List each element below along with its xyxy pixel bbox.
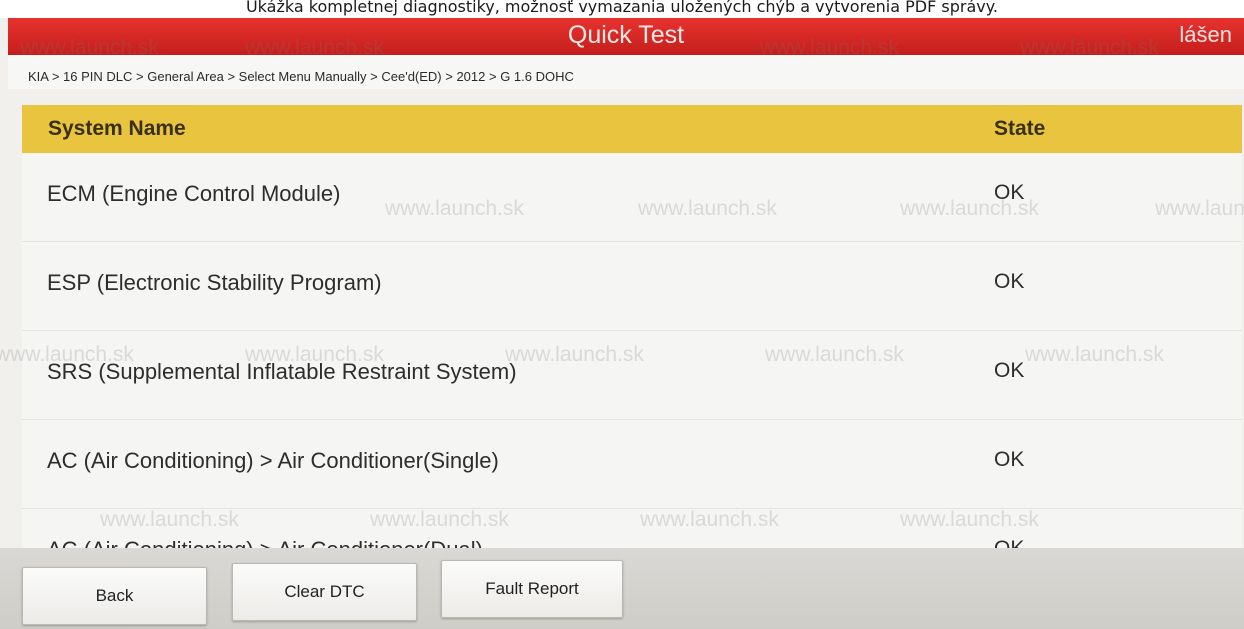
system-row-srs[interactable]: SRS (Supplemental Inflatable Restraint S… bbox=[22, 331, 1242, 420]
back-button[interactable]: Back bbox=[22, 567, 207, 625]
title-bar: Quick Test lášen bbox=[8, 18, 1244, 55]
fault-report-button[interactable]: Fault Report bbox=[441, 560, 623, 618]
page-title: Quick Test bbox=[567, 21, 685, 49]
system-row-ac-dual[interactable]: AC (Air Conditioning) > Air Conditioner(… bbox=[22, 509, 1242, 548]
system-state: OK bbox=[994, 537, 1024, 548]
title-right-text: lášen bbox=[1179, 22, 1232, 47]
system-name: ESP (Electronic Stability Program) bbox=[47, 270, 382, 295]
system-state: OK bbox=[994, 181, 1025, 204]
table-header: System Name State bbox=[22, 105, 1242, 153]
screenshot-frame: Ukážka kompletnej diagnostiky, možnosť v… bbox=[0, 0, 1244, 629]
clear-dtc-button[interactable]: Clear DTC bbox=[232, 563, 417, 621]
photo-caption: Ukážka kompletnej diagnostiky, možnosť v… bbox=[245, 0, 999, 16]
system-name: AC (Air Conditioning) > Air Conditioner(… bbox=[47, 537, 483, 548]
breadcrumb-bar: KIA > 16 PIN DLC > General Area > Select… bbox=[8, 55, 1244, 89]
system-name: AC (Air Conditioning) > Air Conditioner(… bbox=[47, 448, 499, 473]
system-name: ECM (Engine Control Module) bbox=[47, 181, 341, 206]
system-row-esp[interactable]: ESP (Electronic Stability Program) OK bbox=[22, 242, 1242, 331]
diagnostic-tablet-screen: Quick Test lášen KIA > 16 PIN DLC > Gene… bbox=[0, 18, 1244, 629]
system-list[interactable]: ECM (Engine Control Module) OK ESP (Elec… bbox=[22, 153, 1242, 548]
column-header-system-name: System Name bbox=[48, 117, 186, 140]
column-header-state: State bbox=[994, 117, 1046, 140]
system-state: OK bbox=[994, 270, 1025, 293]
system-name: SRS (Supplemental Inflatable Restraint S… bbox=[47, 359, 517, 384]
system-state: OK bbox=[994, 359, 1025, 382]
bottom-toolbar: Back Clear DTC Fault Report bbox=[0, 548, 1244, 629]
system-row-ecm[interactable]: ECM (Engine Control Module) OK bbox=[22, 153, 1242, 242]
system-state: OK bbox=[994, 448, 1025, 471]
breadcrumb: KIA > 16 PIN DLC > General Area > Select… bbox=[28, 69, 574, 84]
system-row-ac-single[interactable]: AC (Air Conditioning) > Air Conditioner(… bbox=[22, 420, 1242, 509]
